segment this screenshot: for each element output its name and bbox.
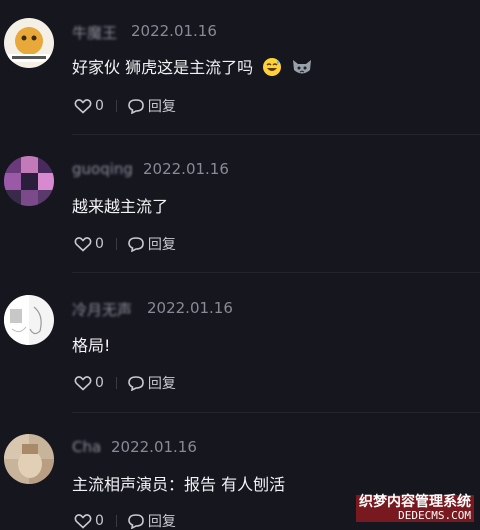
comment-text-content: 好家伙 狮虎这是主流了吗 — [72, 58, 254, 77]
watermark-url: DEDECMS.COM — [356, 509, 474, 522]
heart-icon — [74, 376, 92, 391]
like-count: 0 — [95, 98, 104, 114]
reply-button[interactable]: 回复 — [127, 511, 176, 530]
comment-divider — [72, 272, 480, 273]
speech-bubble-icon — [128, 237, 144, 252]
username[interactable]: 牛魔王 — [72, 22, 117, 43]
action-divider — [115, 515, 117, 527]
heart-icon — [74, 514, 92, 529]
comment-text-content: 越来越主流了 — [72, 197, 169, 216]
avatar[interactable] — [4, 295, 54, 345]
avatar[interactable] — [4, 156, 54, 206]
reply-button[interactable]: 回复 — [127, 373, 176, 393]
comment-text-content: 格局! — [72, 336, 111, 355]
speech-bubble-icon — [128, 99, 144, 114]
comment-date: 2022.01.16 — [143, 160, 229, 178]
username[interactable]: guoqing — [72, 160, 133, 178]
action-divider — [115, 377, 117, 389]
comment-text: 越来越主流了 — [72, 193, 168, 217]
comment-text: 格局! — [72, 332, 110, 356]
like-count: 0 — [95, 375, 104, 391]
comment-date: 2022.01.16 — [131, 22, 217, 40]
watermark-title: 织梦内容管理系统 — [356, 494, 474, 510]
reply-label: 回复 — [147, 99, 176, 115]
like-button[interactable]: 0 — [74, 513, 104, 529]
comment-date: 2022.01.16 — [111, 438, 197, 456]
heart-icon — [74, 237, 92, 252]
comment-date: 2022.01.16 — [147, 299, 233, 317]
comment-text: 主流相声演员：报告 有人刨活 — [72, 471, 285, 495]
reply-label: 回复 — [147, 514, 176, 530]
heart-icon — [74, 99, 92, 114]
like-count: 0 — [95, 236, 104, 252]
comment-actions: 0 回复 — [74, 96, 176, 116]
like-count: 0 — [95, 513, 104, 529]
speech-bubble-icon — [128, 514, 144, 529]
reply-label: 回复 — [147, 376, 176, 392]
comment-divider — [72, 134, 480, 135]
grinning-sweat-emoji — [262, 57, 282, 81]
username[interactable]: 冷月无声 — [72, 299, 132, 320]
site-watermark: 织梦内容管理系统 DEDECMS.COM — [356, 494, 474, 522]
action-divider — [115, 238, 117, 250]
cat-face-emoji — [291, 57, 313, 81]
reply-label: 回复 — [147, 237, 176, 253]
speech-bubble-icon — [128, 376, 144, 391]
comment-text: 好家伙 狮虎这是主流了吗 — [72, 54, 313, 81]
like-button[interactable]: 0 — [74, 98, 104, 114]
avatar[interactable] — [4, 18, 54, 68]
comment-actions: 0 回复 — [74, 511, 176, 530]
comment-actions: 0 回复 — [74, 373, 176, 393]
reply-button[interactable]: 回复 — [127, 234, 176, 254]
like-button[interactable]: 0 — [74, 236, 104, 252]
avatar[interactable] — [4, 434, 54, 484]
comment-divider — [72, 412, 480, 413]
like-button[interactable]: 0 — [74, 375, 104, 391]
comment-actions: 0 回复 — [74, 234, 176, 254]
username[interactable]: Cha — [72, 438, 101, 456]
reply-button[interactable]: 回复 — [127, 96, 176, 116]
comment-text-content: 主流相声演员：报告 有人刨活 — [72, 475, 286, 494]
action-divider — [115, 100, 117, 112]
